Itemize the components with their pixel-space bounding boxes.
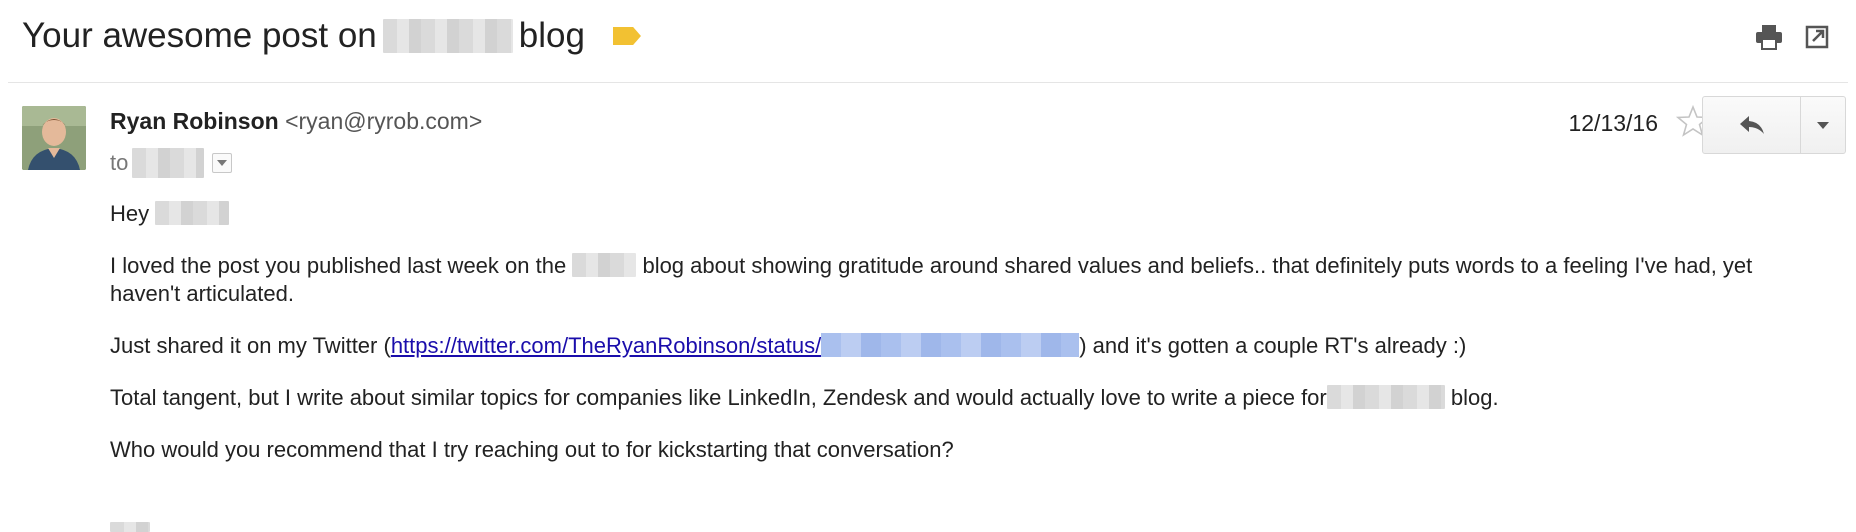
label-tag-icon[interactable] xyxy=(612,27,641,45)
paragraph-1: I loved the post you published last week… xyxy=(110,252,1810,308)
redacted-name xyxy=(155,201,230,225)
paragraph-3-start: Total tangent, but I write about similar… xyxy=(110,385,1327,410)
redacted-recipient xyxy=(132,148,205,178)
twitter-status-link[interactable]: https://twitter.com/TheRyanRobinson/stat… xyxy=(390,333,1080,358)
redacted-link-id xyxy=(821,333,1080,357)
more-options-button[interactable] xyxy=(1800,97,1845,153)
sender-name[interactable]: Ryan Robinson xyxy=(110,108,279,134)
redacted-name xyxy=(382,19,513,53)
greeting-paragraph: Hey xyxy=(110,200,1810,228)
chevron-down-icon xyxy=(1817,121,1829,129)
header-divider xyxy=(8,82,1848,83)
subject-prefix: Your awesome post on xyxy=(22,16,377,55)
paragraph-4: Who would you recommend that I try reach… xyxy=(110,436,1810,464)
open-in-new-window-icon[interactable] xyxy=(1802,22,1832,52)
recipient-line: to xyxy=(110,148,233,178)
email-subject: Your awesome post on blog xyxy=(22,10,641,62)
redacted-company xyxy=(572,253,637,277)
paragraph-3-end: blog. xyxy=(1450,385,1499,410)
paragraph-2-end: ) and it's gotten a couple RT's already … xyxy=(1079,333,1467,358)
chevron-down-icon xyxy=(217,160,228,166)
to-label: to xyxy=(110,150,129,175)
paragraph-2: Just shared it on my Twitter (https://tw… xyxy=(110,332,1810,360)
reply-icon xyxy=(1739,116,1764,134)
show-details-toggle[interactable] xyxy=(212,153,233,173)
paragraph-1-start: I loved the post you published last week… xyxy=(110,253,567,278)
greeting-text: Hey xyxy=(110,201,150,226)
message-date: 12/13/16 xyxy=(1568,110,1658,136)
subject-suffix: blog xyxy=(518,16,585,55)
thread-toolbar xyxy=(1754,22,1832,52)
avatar[interactable] xyxy=(22,106,86,170)
reply-button-group xyxy=(1702,96,1846,154)
paragraph-4-text: Who would you recommend that I try reach… xyxy=(110,437,954,462)
sender-email: <ryan@ryrob.com> xyxy=(285,108,483,134)
paragraph-3: Total tangent, but I write about similar… xyxy=(110,384,1810,412)
print-icon[interactable] xyxy=(1754,22,1784,52)
message-body: Hey I loved the post you published last … xyxy=(110,200,1810,488)
reply-button[interactable] xyxy=(1703,97,1800,153)
redacted-signature xyxy=(110,522,150,532)
sender-line: Ryan Robinson <ryan@ryrob.com> xyxy=(110,108,482,135)
twitter-link-text: https://twitter.com/TheRyanRobinson/stat… xyxy=(390,333,822,358)
paragraph-2-start: Just shared it on my Twitter ( xyxy=(110,333,391,358)
redacted-company xyxy=(1326,385,1445,409)
